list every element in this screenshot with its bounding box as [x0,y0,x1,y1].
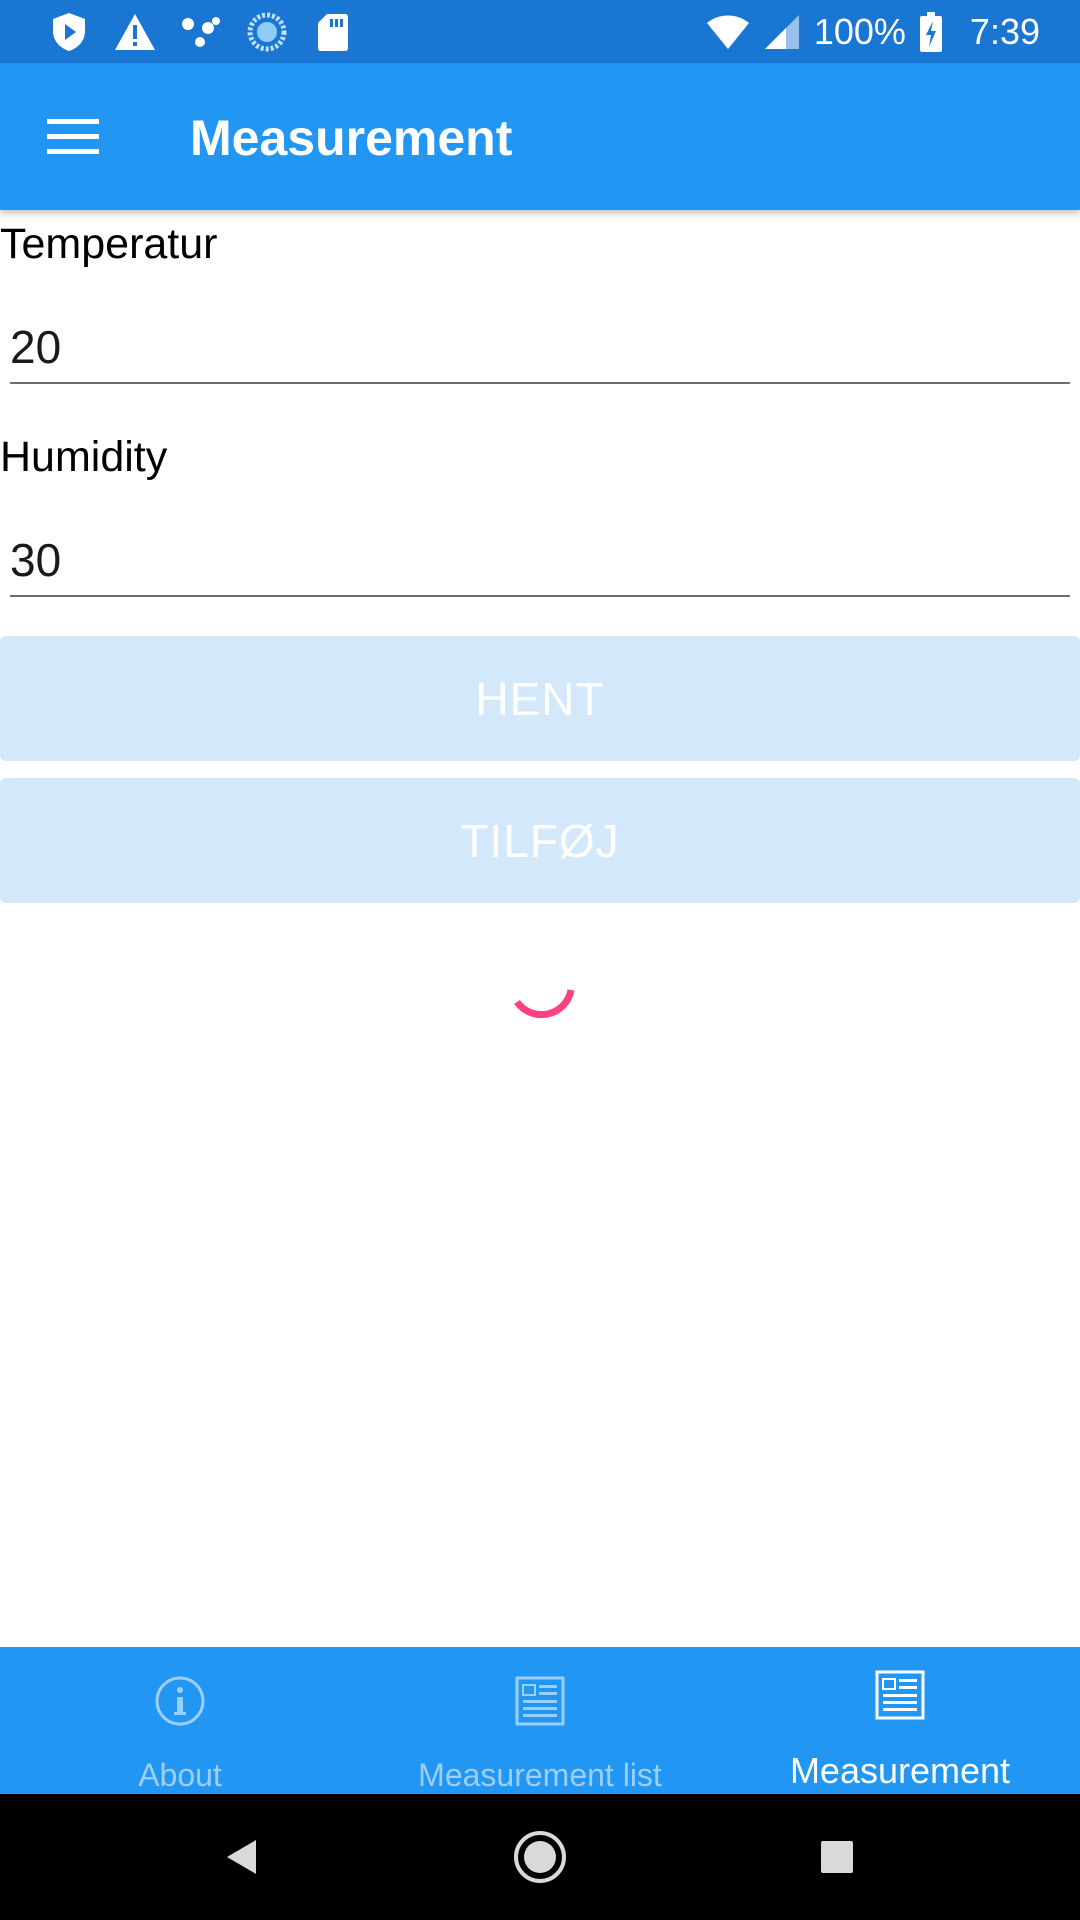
signal-icon [764,14,800,50]
system-status: 100% 7:39 [706,0,1040,63]
hamburger-menu-icon [46,118,99,154]
back-icon [227,1840,256,1874]
add-button[interactable]: TILFØJ [0,778,1080,903]
temperature-input[interactable] [10,312,1070,384]
recents-icon [821,1841,853,1873]
page-title: Measurement [190,110,513,166]
tab-measurement-label: Measurement [789,1750,1011,1791]
wifi-icon [706,14,750,50]
document-icon [875,1670,925,1720]
loading-spinner [514,989,575,1019]
sd-card-icon [312,11,354,53]
app-bar: Measurement [0,63,1080,210]
notification-icons [48,10,354,54]
info-icon [155,1676,205,1726]
clock: 7:39 [969,10,1040,52]
warning-icon [114,11,156,53]
dots-icon [180,11,222,53]
menu-button[interactable] [30,99,115,174]
bottom-tab-bar: About Measurement list Measurement [0,1647,1080,1794]
tab-measurement-list-label: Measurement list [418,1757,662,1793]
humidity-label: Humidity [0,433,168,481]
sync-circle-icon [246,11,288,53]
home-icon [514,1831,566,1883]
recents-button[interactable] [807,1827,867,1887]
tab-measurement[interactable]: Measurement [720,1647,1080,1794]
tab-about[interactable]: About [0,1647,360,1794]
tab-about-label: About [138,1757,222,1793]
battery-charging-icon [919,11,942,52]
list-document-icon [515,1676,565,1726]
shield-play-icon [48,11,90,53]
temperature-label: Temperatur [0,220,218,268]
status-bar: 100% 7:39 [0,0,1080,63]
tab-measurement-list[interactable]: Measurement list [360,1647,720,1794]
humidity-input[interactable] [10,525,1070,597]
home-button[interactable] [510,1827,570,1887]
battery-text: 100% [813,10,906,52]
fetch-button[interactable]: HENT [0,636,1080,761]
system-nav-bar [0,1794,1080,1920]
back-button[interactable] [212,1827,272,1887]
